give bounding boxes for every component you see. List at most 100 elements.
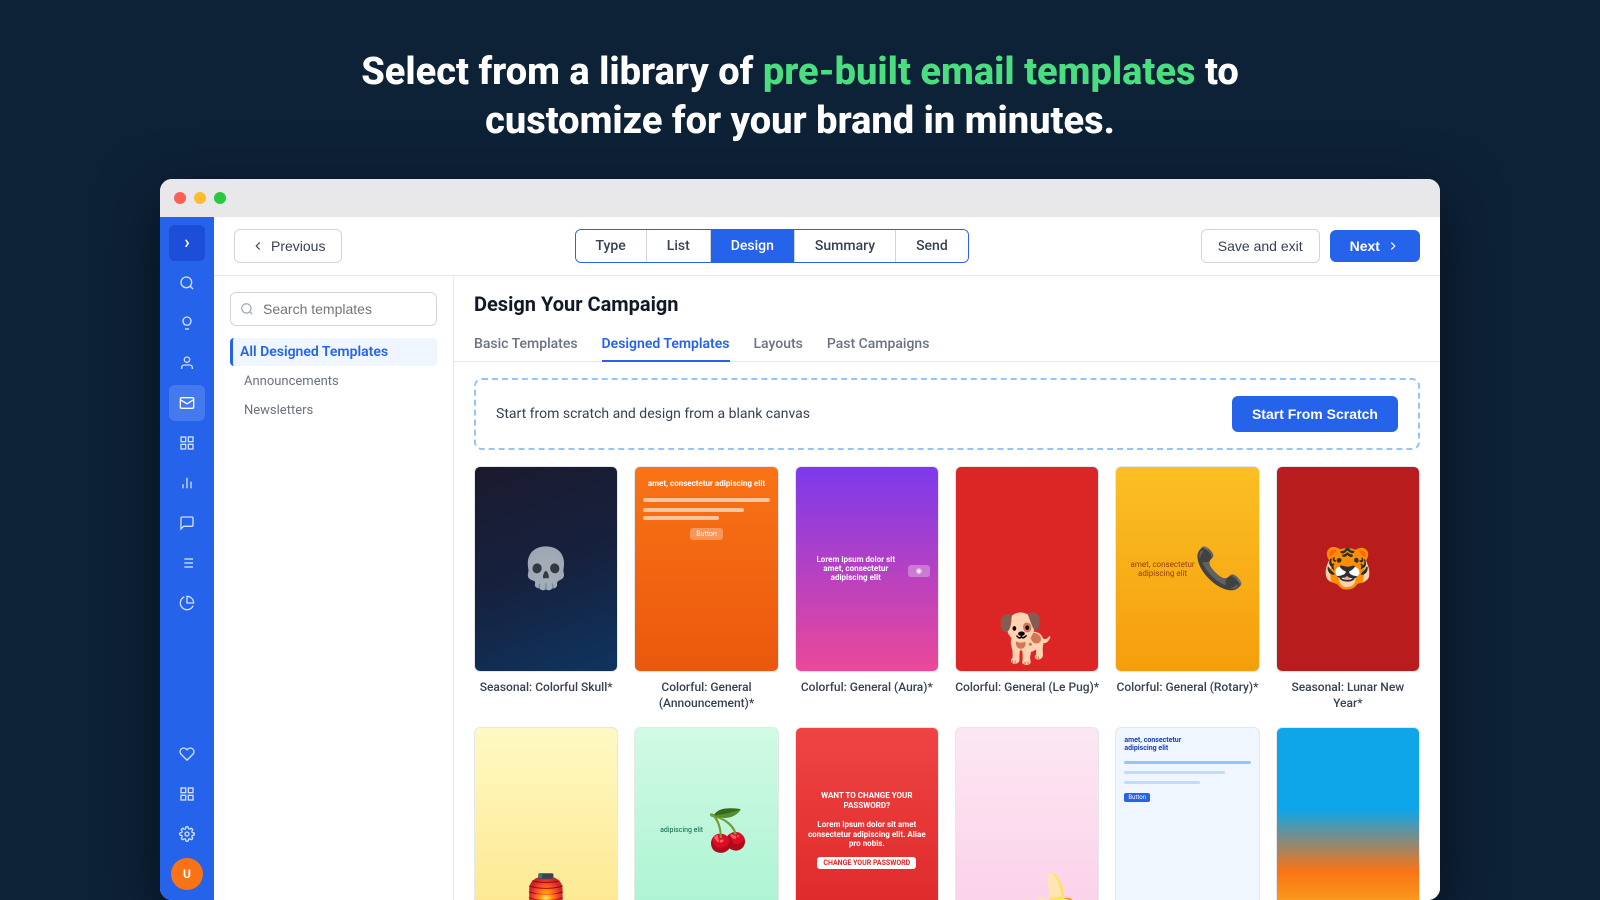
- previous-button[interactable]: Previous: [234, 229, 342, 263]
- tab-past[interactable]: Past Campaigns: [827, 328, 930, 362]
- right-content: Design Your Campaign Basic Templates Des…: [454, 276, 1440, 900]
- template-thumb-lunar: [1276, 466, 1420, 672]
- tab-basic-label: Basic Templates: [474, 336, 578, 352]
- next-button[interactable]: Next: [1330, 230, 1420, 262]
- tab-layouts[interactable]: Layouts: [754, 328, 803, 362]
- template-thumb-orange: amet, consectetur adipiscing elit Button: [634, 466, 778, 672]
- browser-close-dot[interactable]: [174, 192, 186, 204]
- template-label-lunar: Seasonal: Lunar New Year*: [1276, 680, 1420, 711]
- tab-designed[interactable]: Designed Templates: [602, 328, 730, 362]
- wizard-step-send[interactable]: Send: [896, 230, 968, 262]
- sidebar-icon-search[interactable]: [169, 265, 205, 301]
- sidebar-icon-heart[interactable]: [169, 736, 205, 772]
- sidebar-icon-settings[interactable]: [169, 816, 205, 852]
- content-area: All Designed Templates Announcements New…: [214, 276, 1440, 900]
- sidebar-icon-lightbulb[interactable]: [169, 305, 205, 341]
- next-label: Next: [1350, 238, 1380, 254]
- sidebar-icon-chart[interactable]: [169, 465, 205, 501]
- top-nav: Previous Type List Design Summary: [214, 217, 1440, 276]
- template-card-blue-text[interactable]: amet, consecteturadipiscing elit Button …: [1115, 727, 1259, 900]
- browser-chrome: [160, 179, 1440, 217]
- sidebar-icon-email[interactable]: [169, 385, 205, 421]
- wizard-step-type[interactable]: Type: [576, 230, 647, 262]
- hero-section: Select from a library of pre-built email…: [341, 0, 1259, 179]
- tabs: Basic Templates Designed Templates Layou…: [474, 328, 1420, 361]
- tab-basic[interactable]: Basic Templates: [474, 328, 578, 362]
- template-thumb-chinese: [474, 727, 618, 900]
- template-card-announcement[interactable]: amet, consectetur adipiscing elit Button…: [634, 466, 778, 711]
- template-thumb-sunset: [1276, 727, 1420, 900]
- page-header: Design Your Campaign Basic Templates Des…: [454, 276, 1440, 362]
- template-thumb-cherry: adipiscing elit: [634, 727, 778, 900]
- step-send-label: Send: [916, 238, 948, 254]
- wizard-step-design[interactable]: Design: [711, 230, 795, 262]
- template-label-aura: Colorful: General (Aura)*: [795, 680, 939, 696]
- save-exit-label: Save and exit: [1218, 238, 1303, 254]
- wizard-steps: Type List Design Summary Send: [575, 229, 969, 263]
- tab-layouts-label: Layouts: [754, 336, 803, 352]
- save-exit-button[interactable]: Save and exit: [1201, 229, 1320, 263]
- template-thumb-rotary: amet, consecteturadipiscing elit: [1115, 466, 1259, 672]
- browser-maximize-dot[interactable]: [214, 192, 226, 204]
- category-announcements-label: Announcements: [244, 374, 339, 389]
- category-all-label: All Designed Templates: [240, 344, 388, 360]
- browser-minimize-dot[interactable]: [194, 192, 206, 204]
- step-list-label: List: [667, 238, 690, 254]
- tab-designed-label: Designed Templates: [602, 336, 730, 352]
- template-thumb-banana: amet, consecteturadipiscing elit: [955, 727, 1099, 900]
- category-newsletters[interactable]: Newsletters: [230, 397, 437, 424]
- browser-window: ›: [160, 179, 1440, 900]
- sidebar-icon-message[interactable]: [169, 505, 205, 541]
- scratch-text: Start from scratch and design from a bla…: [496, 406, 810, 422]
- wizard-step-summary[interactable]: Summary: [795, 230, 896, 262]
- sidebar-icon-grid[interactable]: [169, 425, 205, 461]
- template-card-cherry[interactable]: adipiscing elit Colorful: General (Cherr…: [634, 727, 778, 900]
- search-icon: [240, 302, 254, 316]
- main-content: Previous Type List Design Summary: [214, 217, 1440, 900]
- left-panel: All Designed Templates Announcements New…: [214, 276, 454, 900]
- hero-title: Select from a library of pre-built email…: [361, 48, 1239, 147]
- hero-highlight: pre-built email templates: [763, 50, 1196, 94]
- template-card-skull[interactable]: Seasonal: Colorful Skull*: [474, 466, 618, 711]
- sidebar-avatar[interactable]: U: [169, 856, 205, 892]
- scratch-banner: Start from scratch and design from a bla…: [474, 378, 1420, 450]
- template-label-announcement: Colorful: General (Announcement)*: [634, 680, 778, 711]
- category-all[interactable]: All Designed Templates: [230, 338, 437, 366]
- template-card-password[interactable]: WANT TO CHANGE YOUR PASSWORD?Lorem ipsum…: [795, 727, 939, 900]
- template-card-chinese[interactable]: Seasonal: Chinese New Year*: [474, 727, 618, 900]
- sidebar-icon-apps[interactable]: [169, 776, 205, 812]
- search-input[interactable]: [230, 292, 437, 326]
- template-thumb-lepug: [955, 466, 1099, 672]
- sidebar-icon-user[interactable]: [169, 345, 205, 381]
- tab-past-label: Past Campaigns: [827, 336, 930, 352]
- template-card-lunar[interactable]: Seasonal: Lunar New Year*: [1276, 466, 1420, 711]
- wizard-step-list[interactable]: List: [647, 230, 711, 262]
- template-card-banana[interactable]: amet, consecteturadipiscing elit Colorfu…: [955, 727, 1099, 900]
- template-card-sunset[interactable]: Seasonal: Sunset*: [1276, 727, 1420, 900]
- start-from-scratch-button[interactable]: Start From Scratch: [1232, 396, 1398, 432]
- template-card-aura[interactable]: Lorem ipsum dolor sit amet, consectetur …: [795, 466, 939, 711]
- template-thumb-skull: [474, 466, 618, 672]
- category-newsletters-label: Newsletters: [244, 403, 313, 418]
- template-card-lepug[interactable]: Colorful: General (Le Pug)*: [955, 466, 1099, 711]
- search-input-wrap: [230, 292, 437, 326]
- template-label-lepug: Colorful: General (Le Pug)*: [955, 680, 1099, 696]
- sidebar-icon-arrow[interactable]: ›: [169, 225, 205, 261]
- template-label-skull: Seasonal: Colorful Skull*: [474, 680, 618, 696]
- template-label-rotary: Colorful: General (Rotary)*: [1115, 680, 1259, 696]
- user-avatar: U: [171, 858, 203, 890]
- password-thumb-text: WANT TO CHANGE YOUR PASSWORD?Lorem ipsum…: [804, 791, 930, 849]
- template-thumb-blue-text: amet, consecteturadipiscing elit Button: [1115, 727, 1259, 900]
- top-nav-right: Save and exit Next: [1201, 229, 1420, 263]
- previous-label: Previous: [271, 238, 325, 254]
- templates-grid: Seasonal: Colorful Skull* amet, consecte…: [474, 466, 1420, 900]
- template-thumb-aura: Lorem ipsum dolor sit amet, consectetur …: [795, 466, 939, 672]
- templates-area: Start from scratch and design from a bla…: [454, 362, 1440, 900]
- step-summary-label: Summary: [815, 238, 875, 254]
- template-card-rotary[interactable]: amet, consecteturadipiscing elit Colorfu…: [1115, 466, 1259, 711]
- app-layout: ›: [160, 217, 1440, 900]
- sidebar-icon-pie[interactable]: [169, 585, 205, 621]
- sidebar-icon-list[interactable]: [169, 545, 205, 581]
- category-announcements[interactable]: Announcements: [230, 368, 437, 395]
- template-thumb-password: WANT TO CHANGE YOUR PASSWORD?Lorem ipsum…: [795, 727, 939, 900]
